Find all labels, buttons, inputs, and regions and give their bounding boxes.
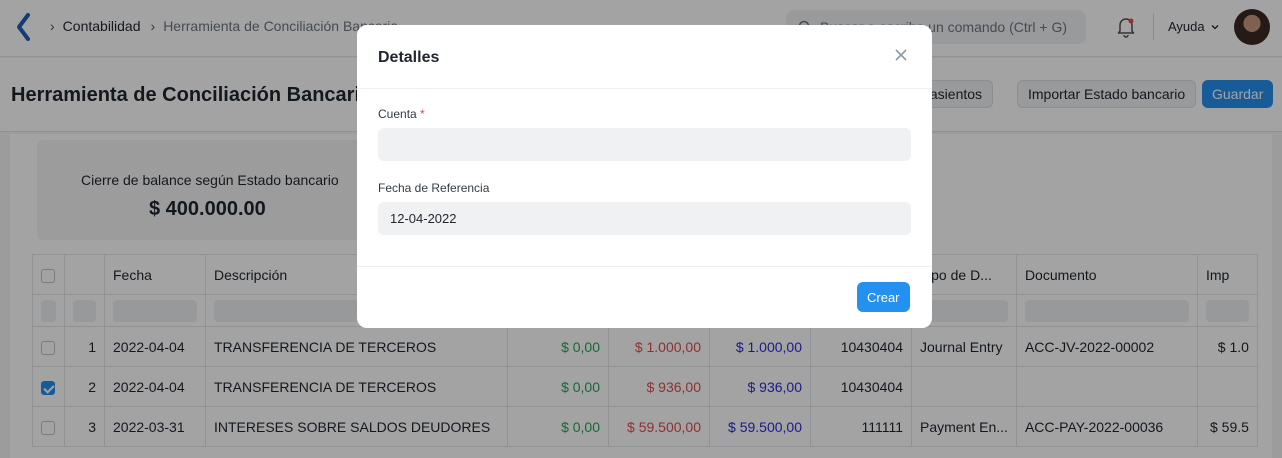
create-button[interactable]: Crear [857,282,910,312]
reference-date-label: Fecha de Referencia [378,181,490,195]
dialog-header: Detalles [357,25,932,89]
account-label: Cuenta * [378,107,425,121]
reference-date-field[interactable]: 12-04-2022 [378,202,911,235]
dialog-title: Detalles [378,49,440,66]
dialog-footer-divider [357,266,932,267]
required-mark: * [420,107,425,121]
close-icon[interactable] [893,47,909,63]
details-dialog: Detalles Cuenta * Fecha de Referencia 12… [357,25,932,328]
account-label-text: Cuenta [378,107,417,121]
account-field[interactable] [378,128,911,161]
